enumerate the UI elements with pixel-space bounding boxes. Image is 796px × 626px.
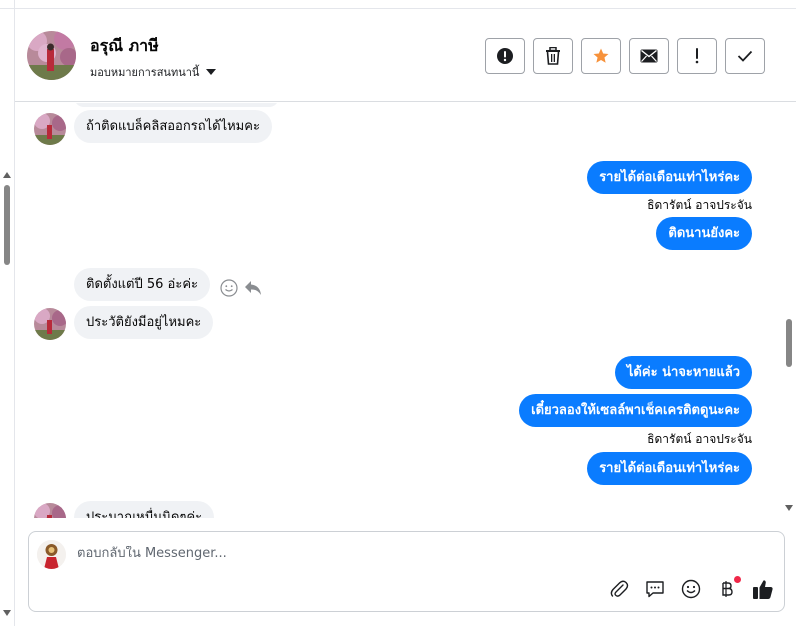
contact-avatar-small[interactable] xyxy=(34,308,66,340)
sender-name: ธิดารัตน์ อาจประจัน xyxy=(647,432,752,446)
message-hover-actions xyxy=(220,279,262,297)
star-button[interactable] xyxy=(581,38,621,74)
exclamation-icon xyxy=(695,48,699,64)
thumbs-up-icon xyxy=(753,580,773,599)
message-bubble-incoming[interactable]: ประวัติยังมีอยู่ไหมคะ xyxy=(74,306,214,339)
spam-button[interactable] xyxy=(485,38,525,74)
reply-input[interactable] xyxy=(77,546,577,561)
chat-scrollbar-thumb[interactable] xyxy=(786,319,792,367)
left-scrollbar[interactable] xyxy=(0,160,14,626)
envelope-icon xyxy=(640,49,658,63)
react-smiley-icon[interactable] xyxy=(220,279,238,297)
message-bubble-incoming[interactable]: ถ้าติดแบล็คลิสออกรถได้ไหมคะ xyxy=(74,110,272,143)
message-bubble-outgoing[interactable]: เดี๋ยวลองให้เซลล์พาเช็คเครดิตดูนะคะ xyxy=(519,394,752,427)
message-composer xyxy=(28,531,785,612)
message-bubble-incoming[interactable]: ติดตั้งแต่ปี 56 อ่ะค่ะ xyxy=(74,268,211,301)
message-bubble-outgoing[interactable]: ได้ค่ะ น่าจะหายแล้ว xyxy=(614,356,752,389)
reply-icon[interactable] xyxy=(244,280,262,296)
scroll-up-arrow-icon[interactable] xyxy=(3,172,11,178)
contact-avatar-small[interactable] xyxy=(34,503,66,518)
message-bubble-outgoing[interactable]: รายได้ต่อเดือนเท่าไหร่คะ xyxy=(587,452,752,485)
messenger-conversation-panel: อรุณี ภาษี มอบหมายการสนทนานี้ ถ้าติดแบล็… xyxy=(0,0,796,626)
message-bubble-incoming-partial[interactable] xyxy=(74,103,279,107)
delete-button[interactable] xyxy=(533,38,573,74)
paperclip-icon xyxy=(610,580,629,597)
mark-unread-button[interactable] xyxy=(629,38,669,74)
assign-label: มอบหมายการสนทนานี้ xyxy=(90,66,200,79)
contact-avatar[interactable] xyxy=(27,31,76,80)
payment-button[interactable] xyxy=(716,576,741,600)
message-bubble-outgoing[interactable]: ติดนานยังคะ xyxy=(656,217,752,250)
smiley-icon xyxy=(681,579,701,599)
assign-conversation-dropdown[interactable]: มอบหมายการสนทนานี้ xyxy=(90,63,217,81)
left-scrollbar-thumb[interactable] xyxy=(4,185,10,265)
conversation-header: อรุณี ภาษี มอบหมายการสนทนานี้ xyxy=(15,9,796,102)
caret-down-icon xyxy=(206,69,217,75)
composer-tools xyxy=(608,576,774,600)
sender-name: ธิดารัตน์ อาจประจัน xyxy=(647,198,752,212)
baht-icon xyxy=(722,581,733,597)
done-button[interactable] xyxy=(725,38,765,74)
scroll-down-arrow-icon[interactable] xyxy=(785,505,793,511)
emoji-button[interactable] xyxy=(680,578,702,600)
check-icon xyxy=(737,50,753,62)
message-bubble-outgoing[interactable]: รายได้ต่อเดือนเท่าไหร่คะ xyxy=(587,161,752,194)
follow-up-button[interactable] xyxy=(677,38,717,74)
scroll-down-arrow-icon[interactable] xyxy=(3,610,11,616)
saved-replies-button[interactable] xyxy=(644,578,666,600)
header-actions xyxy=(485,38,765,74)
like-button[interactable] xyxy=(752,578,774,600)
contact-name: อรุณี ภาษี xyxy=(90,36,159,55)
message-bubble-incoming[interactable]: ประมาณหมื่นนิดๆค่ะ xyxy=(74,501,215,518)
notification-dot xyxy=(734,576,741,583)
attach-button[interactable] xyxy=(608,578,630,600)
alert-circle-icon xyxy=(497,48,513,64)
contact-avatar-small[interactable] xyxy=(34,113,66,145)
trash-icon xyxy=(546,47,560,65)
message-thread: ถ้าติดแบล็คลิสออกรถได้ไหมคะ รายได้ต่อเดื… xyxy=(15,103,782,518)
chat-scrollbar[interactable] xyxy=(782,103,796,518)
chat-bubble-icon xyxy=(646,581,664,598)
page-avatar xyxy=(37,540,66,569)
star-icon xyxy=(593,48,609,63)
